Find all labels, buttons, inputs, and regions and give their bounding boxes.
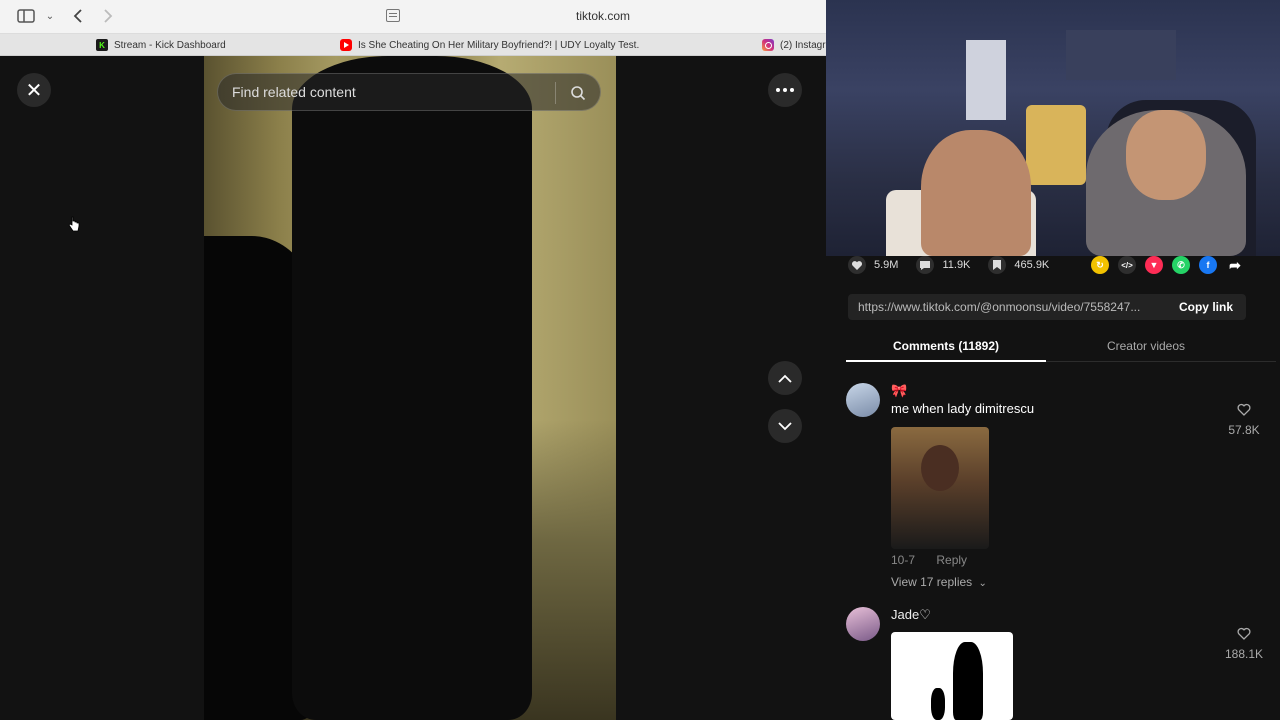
comment-like-count: 57.8K	[1228, 423, 1260, 437]
webcam-face-right	[1126, 110, 1206, 200]
video-stats-row: 5.9M 11.9K 465.9K	[848, 256, 1067, 274]
comment-author[interactable]: 🎀	[891, 383, 907, 399]
comment-image-silhouette-small	[931, 688, 945, 720]
panel-tabs: Comments (11892) Creator videos	[846, 336, 1276, 362]
comment-image-face	[921, 445, 959, 491]
save-button[interactable]	[988, 256, 1007, 274]
chevron-down-icon	[778, 421, 792, 430]
comment-meta: 10-7 Reply	[891, 553, 967, 567]
share-link-url[interactable]: https://www.tiktok.com/@onmoonsu/video/7…	[848, 300, 1166, 314]
back-arrow-icon[interactable]	[66, 5, 90, 27]
address-bar[interactable]: tiktok.com	[380, 3, 826, 29]
tab-label: Is She Cheating On Her Military Boyfrien…	[358, 39, 640, 51]
comment-author[interactable]: Jade♡	[891, 607, 931, 623]
browser-tab-bar: K Stream - Kick Dashboard Is She Cheatin…	[0, 34, 826, 56]
tab-creator-videos[interactable]: Creator videos	[1046, 336, 1246, 362]
tab-comments[interactable]: Comments (11892)	[846, 336, 1046, 362]
browser-toolbar: ⌄ tiktok.com	[0, 0, 826, 34]
instagram-logo-icon	[762, 39, 774, 51]
save-count: 465.9K	[1014, 259, 1050, 271]
tab-instagram[interactable]: (2) Instagr	[762, 34, 826, 56]
webcam-jersey	[966, 40, 1006, 120]
close-icon: ✕	[25, 79, 43, 102]
send-icon[interactable]: ▼	[1145, 256, 1163, 274]
webcam-vest	[1026, 105, 1086, 185]
avatar[interactable]	[846, 383, 880, 417]
comment-item: 🎀 me when lady dimitrescu 10-7 Reply Vie…	[846, 383, 1266, 593]
facebook-icon[interactable]: f	[1199, 256, 1217, 274]
repost-icon[interactable]: ↻	[1091, 256, 1109, 274]
comment-like[interactable]: 57.8K	[1222, 403, 1266, 437]
share-link-row: https://www.tiktok.com/@onmoonsu/video/7…	[848, 294, 1246, 320]
close-button[interactable]: ✕	[17, 73, 51, 107]
chevron-down-icon: ⌄	[978, 578, 987, 589]
view-replies-label: View 17 replies	[891, 575, 973, 589]
avatar[interactable]	[846, 607, 880, 641]
next-video-button[interactable]	[768, 409, 802, 443]
forward-arrow-icon[interactable]	[96, 5, 120, 27]
side-panel: 5.9M 11.9K 465.9K ↻ </> ▼ ✆ f ➦ https://…	[826, 256, 1280, 720]
tab-kick-dashboard[interactable]: K Stream - Kick Dashboard	[96, 34, 316, 56]
webcam-overlay	[826, 0, 1280, 256]
comment-item: Jade♡ 188.1K	[846, 607, 1266, 720]
view-replies-button[interactable]: View 17 replies ⌄	[891, 575, 987, 589]
like-button[interactable]	[848, 256, 866, 274]
reader-icon[interactable]	[386, 9, 400, 22]
search-divider	[555, 82, 556, 104]
chevron-up-icon	[778, 374, 792, 383]
comment-button[interactable]	[916, 256, 935, 274]
address-text: tiktok.com	[575, 9, 630, 23]
youtube-logo-icon	[340, 39, 352, 51]
comment-image-silhouette	[953, 642, 983, 720]
related-search-box[interactable]	[217, 73, 601, 111]
like-count: 5.9M	[874, 259, 899, 271]
chevron-down-icon[interactable]: ⌄	[38, 5, 62, 27]
comment-like[interactable]: 188.1K	[1222, 627, 1266, 661]
tab-label: (2) Instagr	[780, 39, 826, 51]
tab-label: Stream - Kick Dashboard	[114, 39, 226, 51]
heart-outline-icon	[1237, 403, 1251, 416]
search-icon[interactable]	[570, 85, 586, 101]
hand-cursor-icon	[68, 216, 80, 232]
share-arrow-icon[interactable]: ➦	[1226, 256, 1244, 274]
comment-image[interactable]	[891, 632, 1013, 720]
video-player-area: ✕	[0, 56, 826, 720]
dot	[790, 88, 794, 92]
embed-icon[interactable]: </>	[1118, 256, 1136, 274]
video-figure	[292, 56, 532, 720]
related-search-input[interactable]	[232, 84, 552, 100]
comment-image[interactable]	[891, 427, 989, 549]
more-options-button[interactable]	[768, 73, 802, 107]
sidebar-toggle-icon[interactable]	[14, 5, 38, 27]
kick-logo-icon: K	[96, 39, 108, 51]
bookmark-icon	[993, 260, 1002, 270]
copy-link-button[interactable]: Copy link	[1166, 300, 1246, 314]
heart-icon	[851, 260, 863, 270]
tab-youtube-video[interactable]: Is She Cheating On Her Military Boyfrien…	[340, 34, 640, 56]
comment-like-count: 188.1K	[1224, 647, 1264, 661]
comment-text: me when lady dimitrescu	[891, 401, 1035, 416]
webcam-shelf	[1066, 30, 1176, 80]
dot	[783, 88, 787, 92]
reply-button[interactable]: Reply	[936, 553, 967, 567]
comment-icon	[920, 260, 931, 270]
heart-outline-icon	[1237, 627, 1251, 640]
comment-count: 11.9K	[942, 259, 971, 271]
previous-video-button[interactable]	[768, 361, 802, 395]
webcam-person-left	[921, 130, 1031, 256]
dot	[776, 88, 780, 92]
video-frame[interactable]	[204, 56, 616, 720]
whatsapp-icon[interactable]: ✆	[1172, 256, 1190, 274]
comment-date: 10-7	[891, 553, 916, 567]
